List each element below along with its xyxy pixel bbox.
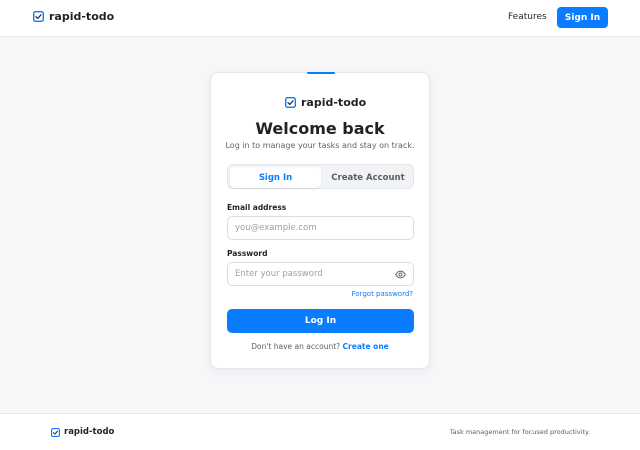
brand-name: rapid-todo xyxy=(64,427,115,437)
footer-tagline: Task management for focused productivity… xyxy=(449,428,590,436)
check-square-icon xyxy=(33,11,44,22)
brand-name: rapid-todo xyxy=(49,10,115,23)
auth-tabs: Sign In Create Account xyxy=(227,164,414,189)
header-sign-in-button[interactable]: Sign In xyxy=(557,7,608,28)
forgot-password-link[interactable]: Forgot password? xyxy=(352,290,413,298)
brand-name: rapid-todo xyxy=(301,96,367,109)
eye-icon[interactable] xyxy=(395,269,406,280)
page-footer: rapid-todo Task management for focused p… xyxy=(0,413,640,450)
email-field[interactable] xyxy=(227,216,414,240)
password-field[interactable] xyxy=(227,262,414,286)
page-title: Welcome back xyxy=(255,119,385,138)
signup-prompt-text: Don't have an account? xyxy=(251,342,341,351)
login-card: rapid-todo Welcome back Log in to manage… xyxy=(210,72,430,369)
log-in-button[interactable]: Log In xyxy=(227,309,414,333)
check-square-icon xyxy=(285,97,296,108)
create-account-link[interactable]: Create one xyxy=(343,342,389,351)
tab-create-account[interactable]: Create Account xyxy=(323,167,413,188)
top-header: rapid-todo Features Sign In xyxy=(0,0,640,37)
email-label: Email address xyxy=(227,203,287,212)
footer-brand: rapid-todo xyxy=(51,427,114,437)
tab-sign-in[interactable]: Sign In xyxy=(230,167,321,188)
card-brand: rapid-todo xyxy=(285,96,366,109)
signup-prompt: Don't have an account? Create one xyxy=(211,342,429,351)
header-brand[interactable]: rapid-todo xyxy=(33,10,114,23)
check-square-icon xyxy=(51,427,60,437)
card-accent-bar xyxy=(307,72,335,74)
password-label: Password xyxy=(227,249,268,258)
nav-link-features[interactable]: Features xyxy=(508,12,547,22)
page-subtitle: Log in to manage your tasks and stay on … xyxy=(225,141,415,150)
